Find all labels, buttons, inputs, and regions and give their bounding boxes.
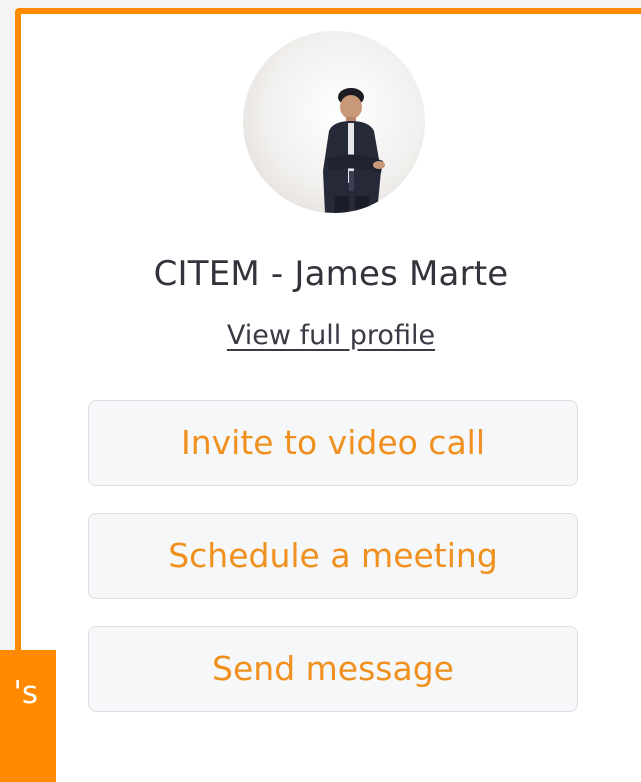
person-photo-icon	[323, 88, 385, 213]
overlay-tag: 's	[0, 650, 56, 782]
page: CITEM - James Marte View full profile In…	[0, 0, 641, 782]
schedule-meeting-button[interactable]: Schedule a meeting	[88, 513, 578, 599]
avatar	[243, 31, 425, 213]
profile-name: CITEM - James Marte	[153, 254, 509, 294]
view-full-profile-link[interactable]: View full profile	[21, 320, 641, 351]
invite-video-call-button[interactable]: Invite to video call	[88, 400, 578, 486]
profile-card: CITEM - James Marte View full profile In…	[15, 8, 641, 782]
send-message-button[interactable]: Send message	[88, 626, 578, 712]
